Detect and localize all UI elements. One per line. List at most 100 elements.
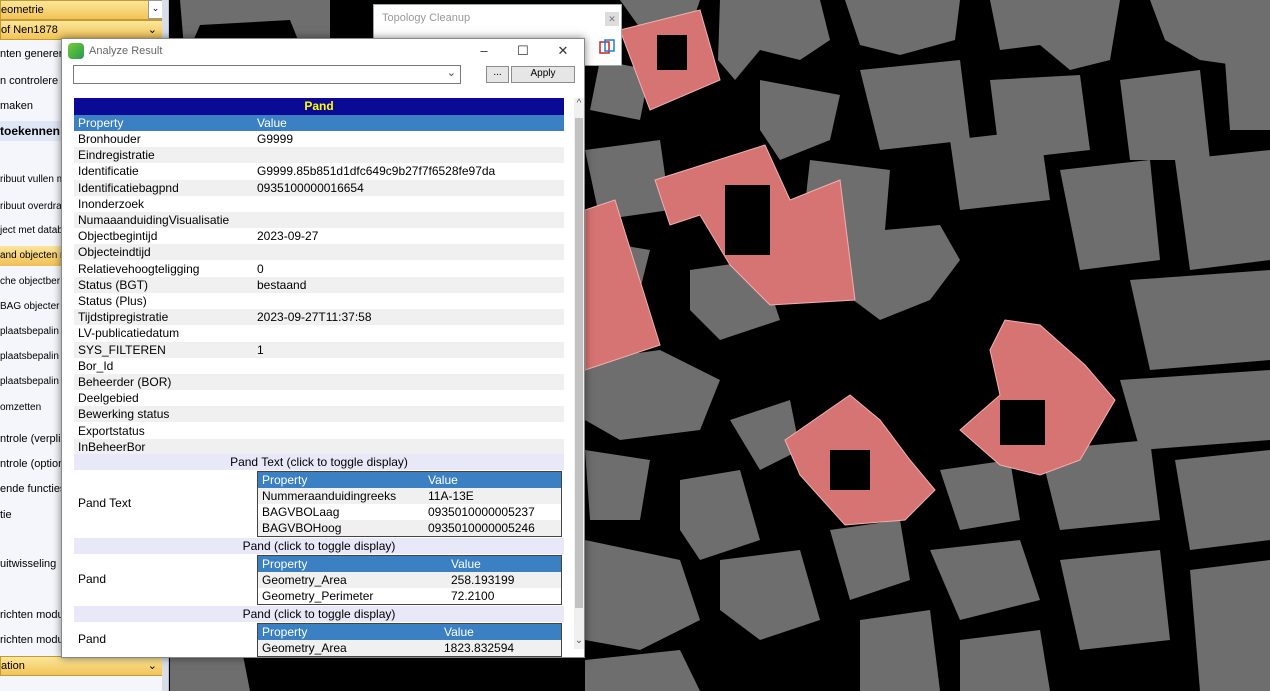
- sidebar-item-label: eometrie: [1, 4, 44, 16]
- sidebar-item-label: and objecten m: [0, 250, 69, 261]
- chevron-down-icon[interactable]: ⌄: [148, 21, 157, 39]
- sidebar-item[interactable]: ation ⌄: [0, 656, 166, 676]
- row-value: 2023-09-27: [257, 229, 319, 244]
- minimize-icon[interactable]: –: [464, 41, 504, 61]
- sidebar-item-label: ribuut overdra: [0, 201, 62, 212]
- sidebar-item-label: n controlere: [0, 75, 59, 87]
- table-header: Property Value: [74, 115, 564, 131]
- sidebar-item-label: omzetten: [0, 402, 42, 413]
- table-row: Bewerking status: [74, 406, 564, 423]
- section-label: Pand: [78, 572, 107, 586]
- sidebar-item-label: ject met datab: [0, 225, 63, 236]
- sidebar-item-label: ntrole (option: [0, 458, 65, 470]
- layer-select[interactable]: ⌄: [73, 65, 461, 84]
- row-value: 258.193199: [451, 573, 515, 587]
- sidebar-item-label: ende functies: [0, 483, 66, 495]
- table-row: Deelgebied: [74, 390, 564, 406]
- nested-table: Property Value Geometry_Area 258.193199 Geom…: [257, 555, 562, 605]
- browse-button[interactable]: ...: [486, 66, 509, 83]
- table-row: Bor_Id: [74, 358, 564, 374]
- table-row: LV-publicatiedatum: [74, 325, 564, 341]
- table-row: SYS_FILTEREN 1: [74, 341, 564, 358]
- row-property: Geometry_Area: [262, 573, 347, 587]
- row-property: Geometry_Perimeter: [262, 589, 374, 603]
- row-value: bestaand: [257, 277, 307, 292]
- row-property: Bronhouder: [78, 132, 141, 146]
- nested-table: Property Value Nummeraanduidingreeks 11A-13…: [257, 471, 562, 537]
- row-value: 0935010000005246: [428, 521, 535, 535]
- sidebar-item-label: nten generer: [0, 48, 63, 60]
- sidebar-item-label: richten modu: [0, 634, 64, 646]
- maximize-icon[interactable]: ☐: [503, 41, 543, 61]
- sidebar-item-label: tie: [0, 509, 12, 521]
- row-property: Deelgebied: [78, 391, 139, 406]
- table-row: Beheerder (BOR): [74, 374, 564, 390]
- row-value: G9999: [257, 132, 294, 146]
- table-row: Tijdstipregistratie 2023-09-27T11:37:58: [74, 309, 564, 326]
- header-property: Property: [262, 557, 308, 571]
- table-row: Relatievehoogteligging 0: [74, 261, 564, 277]
- nested-table: Property Value Geometry_Area 1823.832594: [257, 623, 562, 657]
- table-row: Identificatie G9999.85b851d1dfc649c9b27f7…: [74, 163, 564, 179]
- row-value: 1: [257, 342, 264, 357]
- sidebar-item-label: plaatsbepalin: [0, 326, 59, 337]
- topology-window-title: Topology Cleanup: [382, 12, 471, 24]
- row-property: Relatievehoogteligging: [78, 261, 200, 276]
- header-property: Property: [78, 116, 124, 130]
- window-title: Analyze Result: [89, 45, 163, 57]
- row-property: Bewerking status: [78, 407, 170, 422]
- nested-table-row: BAGVBOLaag 0935010000005237: [258, 504, 561, 520]
- row-property: BAGVBOLaag: [262, 505, 340, 519]
- row-property: BAGVBOHoog: [262, 521, 342, 535]
- nested-table-header: Property Value: [258, 556, 561, 572]
- row-property: Exportstatus: [78, 423, 145, 438]
- nested-table-row: Geometry_Area 258.193199: [258, 572, 561, 588]
- table-row: InBeheerBor: [74, 438, 564, 455]
- row-property: Tijdstipregistratie: [78, 310, 169, 325]
- header-value: Value: [257, 116, 287, 130]
- chevron-down-icon[interactable]: ⌄: [447, 66, 456, 79]
- result-table: Pand Property Value Bronhouder G9999 Eindregi…: [74, 98, 566, 657]
- sidebar-item[interactable]: of Nen1878 ⌄: [0, 20, 166, 40]
- table-row: Bronhouder G9999: [74, 131, 564, 147]
- row-value: 11A-13E: [428, 489, 474, 503]
- nested-table-header: Property Value: [258, 624, 561, 640]
- close-icon[interactable]: ✕: [543, 41, 583, 61]
- section-toggle[interactable]: Pand (click to toggle display): [74, 538, 564, 554]
- scroll-up-icon[interactable]: ^: [574, 98, 584, 112]
- apply-button[interactable]: Apply: [511, 66, 575, 83]
- row-value: 0: [257, 261, 264, 276]
- header-value: Value: [451, 557, 481, 571]
- scroll-down-icon[interactable]: ⌄: [574, 635, 584, 649]
- nested-table-row: Geometry_Area 1823.832594: [258, 640, 561, 656]
- nested-table-header: Property Value: [258, 472, 561, 488]
- row-property: Bor_Id: [78, 358, 114, 373]
- section-toggle[interactable]: Pand (click to toggle display): [74, 606, 564, 622]
- row-property: InBeheerBor: [78, 439, 146, 454]
- nested-table-row: Nummeraanduidingreeks 11A-13E: [258, 488, 561, 504]
- chevron-down-icon[interactable]: ⌄: [148, 657, 157, 675]
- row-property: SYS_FILTEREN: [78, 342, 166, 357]
- row-value: 1823.832594: [444, 641, 515, 655]
- row-value: 2023-09-27T11:37:58: [257, 310, 372, 325]
- table-title: Pand: [74, 98, 564, 115]
- vertical-scrollbar[interactable]: ^ ⌄: [574, 98, 584, 649]
- table-row: Eindregistratie: [74, 147, 564, 164]
- topology-tool-icon[interactable]: [599, 39, 615, 55]
- scrollbar-thumb[interactable]: [575, 118, 583, 608]
- table-row: NumaaanduidingVisualisatie: [74, 212, 564, 228]
- sidebar-item-label: plaatsbepalin: [0, 351, 59, 362]
- section-toggle[interactable]: Pand Text (click to toggle display): [74, 454, 564, 470]
- nested-table-row: BAGVBOHoog 0935010000005246: [258, 520, 561, 536]
- analyze-result-window[interactable]: Analyze Result – ☐ ✕ ⌄ ... Apply Pand Pro…: [61, 38, 585, 658]
- sidebar-item[interactable]: eometrie ⌄: [0, 0, 166, 20]
- window-titlebar[interactable]: Analyze Result – ☐ ✕: [62, 39, 584, 63]
- sidebar-item-label: ntrole (verpli: [0, 433, 61, 445]
- close-icon[interactable]: ✕: [605, 12, 619, 26]
- table-row: Objecteindtijd: [74, 244, 564, 261]
- row-value: G9999.85b851d1dfc649c9b27f7f6528fe97da: [257, 164, 496, 179]
- sidebar-item-label: maken: [0, 100, 34, 112]
- sidebar-item-label: BAG objecter: [0, 301, 60, 312]
- nested-table-row: Geometry_Perimeter 72.2100: [258, 588, 561, 604]
- panel-collapse-icon[interactable]: ⌄: [148, 0, 163, 19]
